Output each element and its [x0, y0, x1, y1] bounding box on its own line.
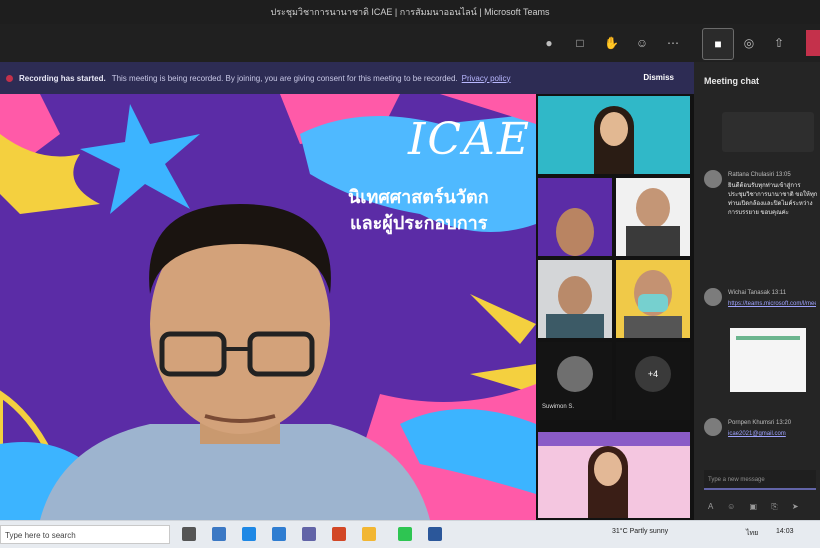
participant-body [624, 316, 682, 338]
chat-link[interactable]: https://teams.microsoft.com/l/meetup [728, 300, 816, 318]
chat-compose-input[interactable]: Type a new message [704, 470, 816, 490]
participant-tile-8[interactable] [538, 432, 690, 518]
people-icon[interactable]: ● [542, 36, 556, 50]
windows-taskbar: Type here to search 31°C Partly sunny ไท… [0, 520, 820, 548]
chat-sender: Pornpen Khumsri 13:20 [728, 420, 792, 426]
link-preview-thumbnail[interactable] [730, 328, 806, 392]
chat-message-1: Rattana Chulasiri 13:05 ยินดีต้อนรับทุกท… [704, 170, 818, 248]
chat-notice-card [722, 112, 814, 152]
chat-sender: Rattana Chulasiri 13:05 [728, 172, 791, 178]
taskbar-search-input[interactable]: Type here to search [0, 525, 170, 544]
participant-tile-2[interactable] [538, 178, 612, 256]
word-icon[interactable] [428, 527, 442, 541]
more-participants-count: +4 [635, 356, 671, 392]
leave-button[interactable] [806, 30, 820, 56]
participant-tile-4[interactable] [538, 260, 612, 338]
avatar [704, 418, 722, 436]
speaker-figure [40, 204, 430, 520]
avatar [704, 170, 722, 188]
chat-link[interactable]: icae2021@gmail.com [728, 430, 816, 439]
participant-tile-5[interactable] [616, 260, 690, 338]
participant-face [558, 276, 592, 316]
participant-body [626, 226, 680, 256]
window-title-bar: ประชุมวิชาการนานาชาติ ICAE | การสัมมนาออ… [0, 0, 820, 24]
share-icon[interactable]: ⇧ [772, 36, 786, 50]
input-language[interactable]: ไทย [746, 528, 758, 539]
task-view-icon[interactable] [182, 527, 196, 541]
recording-message: This meeting is being recorded. By joini… [111, 73, 458, 83]
weather-status[interactable]: 31°C Partly sunny [612, 528, 668, 535]
meeting-chat-panel: Meeting chat Rattana Chulasiri 13:05 ยิน… [694, 62, 820, 520]
powerpoint-icon[interactable] [332, 527, 346, 541]
chat-sender: Wichai Tanasak 13:11 [728, 290, 787, 296]
compose-tools[interactable]: A ☺ ▣ ⎘ ➤ [708, 502, 805, 512]
more-participants-tile[interactable]: +4 [616, 342, 690, 420]
main-speaker-video[interactable]: ICAE นิเทศศาสตร์นวัตก และผู้ประกอบการ [0, 94, 536, 520]
explorer-icon[interactable] [272, 527, 286, 541]
line-icon[interactable] [398, 527, 412, 541]
participant-tile-3[interactable] [616, 178, 690, 256]
recording-title: Recording has started. [19, 73, 106, 83]
chat-icon[interactable]: □ [573, 36, 587, 50]
chat-text: ยินดีต้อนรับทุกท่านเข้าสู่การประชุมวิชาก… [728, 183, 818, 216]
edge-icon[interactable] [212, 527, 226, 541]
participant-tile-6[interactable]: Suwimon S. [538, 342, 612, 420]
meeting-toolbar: ● □ ✋ ☺ ⋯ [0, 24, 820, 63]
participant-face [594, 452, 622, 486]
dismiss-button[interactable]: Dismiss [643, 73, 674, 82]
preview-line [736, 336, 800, 340]
record-icon [6, 74, 13, 82]
chat-message-3: Pornpen Khumsri 13:20 icae2021@gmail.com [704, 418, 816, 452]
participant-body [546, 314, 604, 338]
participant-tile-1[interactable] [538, 96, 690, 174]
participant-face [556, 208, 594, 256]
teams-icon[interactable] [302, 527, 316, 541]
person-icon [557, 356, 593, 392]
reactions-icon[interactable]: ☺ [635, 36, 649, 50]
hand-icon[interactable]: ✋ [604, 36, 619, 50]
participant-face [600, 112, 628, 146]
privacy-link[interactable]: Privacy policy [462, 74, 511, 83]
mask [638, 294, 668, 312]
clock[interactable]: 14:03 [776, 528, 794, 535]
chrome-icon[interactable] [242, 527, 256, 541]
recording-banner: Recording has started. This meeting is b… [0, 62, 694, 94]
avatar [704, 288, 722, 306]
mic-icon[interactable]: ◎ [742, 36, 756, 50]
participant-name: Suwimon S. [542, 404, 575, 410]
window-title: ประชุมวิชาการนานาชาติ ICAE | การสัมมนาออ… [270, 7, 550, 17]
participant-face [636, 188, 670, 228]
shared-screen-bar [538, 432, 690, 446]
participant-gallery: Suwimon S. +4 [536, 94, 694, 520]
more-icon[interactable]: ⋯ [666, 36, 680, 50]
camera-button[interactable]: ■ [702, 28, 734, 60]
chat-header: Meeting chat [704, 76, 760, 86]
chat-message-2: Wichai Tanasak 13:11 https://teams.micro… [704, 288, 816, 398]
camera-icon: ■ [714, 37, 722, 51]
folder-icon[interactable] [362, 527, 376, 541]
